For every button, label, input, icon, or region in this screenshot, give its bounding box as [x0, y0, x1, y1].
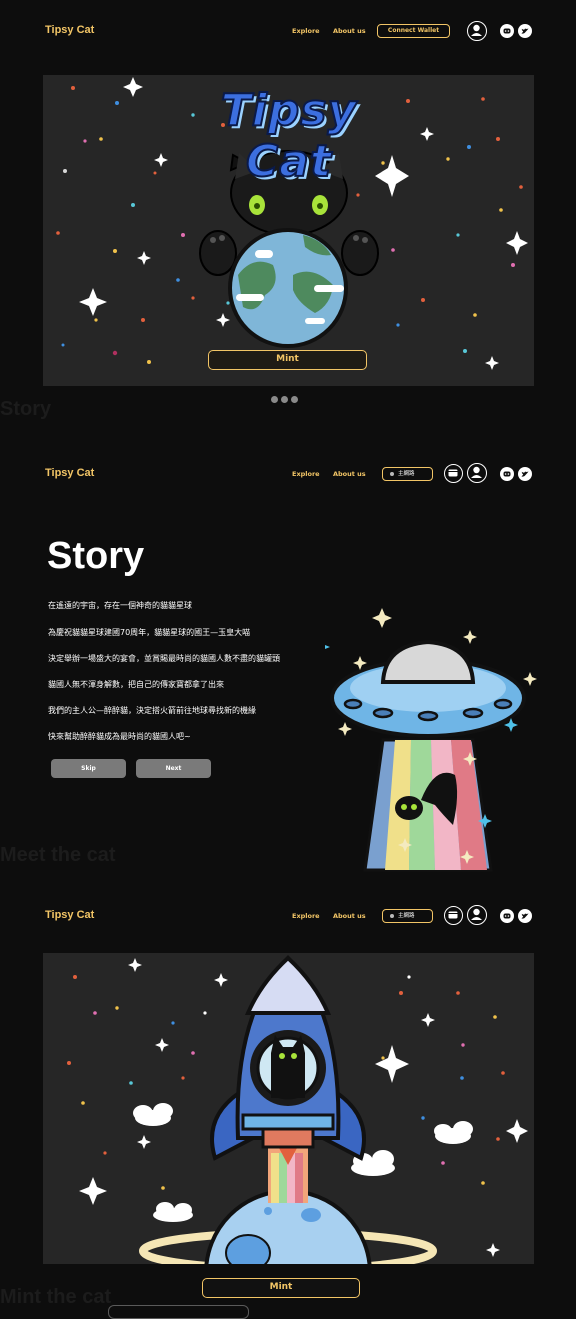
- hero-panel: Tipsy Cat Mint: [43, 75, 534, 386]
- story-line: 決定舉辦一場盛大的宴會，並賞賜最時尚的貓國人數不盡的貓罐頭: [48, 654, 280, 663]
- connect-wallet-button[interactable]: Connect Wallet: [377, 24, 450, 38]
- ghost-label-mint: Mint the cat: [0, 1286, 112, 1308]
- discord-icon: [503, 471, 511, 477]
- status-dot-icon: [390, 913, 394, 918]
- twitter-icon: [521, 28, 529, 34]
- hero-title: Tipsy Cat: [220, 84, 358, 188]
- carousel-dot[interactable]: [281, 396, 288, 403]
- brand-logo[interactable]: Tipsy Cat: [45, 909, 94, 921]
- partial-button[interactable]: [108, 1305, 249, 1319]
- hero-mint-button[interactable]: Mint: [208, 350, 367, 370]
- twitter-button[interactable]: [518, 909, 532, 923]
- ghost-label-meet: Meet the cat: [0, 844, 116, 866]
- nav-explore[interactable]: Explore: [292, 470, 320, 478]
- story-line: 我們的主人公—醉醉貓，決定搭火箭前往地球尋找新的機緣: [48, 706, 256, 715]
- rocket-illustration: [67, 955, 528, 1264]
- status-dot-icon: [390, 471, 394, 476]
- network-selector[interactable]: 主網路: [382, 909, 433, 923]
- wallet-icon: [448, 469, 458, 477]
- user-icon: [471, 24, 482, 36]
- carousel-dot[interactable]: [291, 396, 298, 403]
- rocket-panel: [43, 953, 534, 1264]
- twitter-button[interactable]: [518, 24, 532, 38]
- twitter-icon: [521, 471, 529, 477]
- nav-about[interactable]: About us: [333, 912, 366, 920]
- discord-icon: [503, 913, 511, 919]
- discord-icon: [503, 28, 511, 34]
- story-line: 為慶祝貓貓星球建國70周年，貓貓星球的國王—玉皇大喵: [48, 628, 251, 637]
- ufo-illustration: [325, 608, 537, 872]
- story-line: 快來幫助醉醉貓成為最時尚的貓國人吧~: [48, 732, 191, 741]
- brand-logo[interactable]: Tipsy Cat: [45, 467, 94, 479]
- discord-button[interactable]: [500, 909, 514, 923]
- user-icon: [471, 466, 482, 478]
- network-selector[interactable]: 主網路: [382, 467, 433, 481]
- nav-about[interactable]: About us: [333, 470, 366, 478]
- skip-button[interactable]: Skip: [51, 759, 126, 778]
- user-icon: [471, 908, 482, 920]
- nav-explore[interactable]: Explore: [292, 912, 320, 920]
- carousel-dots: [271, 396, 298, 403]
- nav-explore[interactable]: Explore: [292, 27, 320, 35]
- network-label: 主網路: [398, 913, 415, 919]
- nav-about[interactable]: About us: [333, 27, 366, 35]
- ghost-label-story: Story: [0, 398, 52, 420]
- carousel-dot[interactable]: [271, 396, 278, 403]
- next-button[interactable]: Next: [136, 759, 211, 778]
- user-button[interactable]: [467, 463, 487, 483]
- twitter-icon: [521, 913, 529, 919]
- user-button[interactable]: [467, 905, 487, 925]
- wallet-icon: [448, 911, 458, 919]
- network-label: 主網路: [398, 471, 415, 477]
- wallet-button[interactable]: [444, 464, 463, 483]
- user-button[interactable]: [467, 21, 487, 41]
- story-heading: Story: [47, 535, 145, 577]
- discord-button[interactable]: [500, 24, 514, 38]
- brand-logo[interactable]: Tipsy Cat: [45, 24, 94, 36]
- story-line: 貓國人無不渾身解數，把自己的傳家寶都拿了出來: [48, 680, 224, 689]
- discord-button[interactable]: [500, 467, 514, 481]
- wallet-button[interactable]: [444, 906, 463, 925]
- rocket-mint-button[interactable]: Mint: [202, 1278, 360, 1298]
- twitter-button[interactable]: [518, 467, 532, 481]
- story-line: 在遙遠的宇宙，存在一個神奇的貓貓星球: [48, 601, 192, 610]
